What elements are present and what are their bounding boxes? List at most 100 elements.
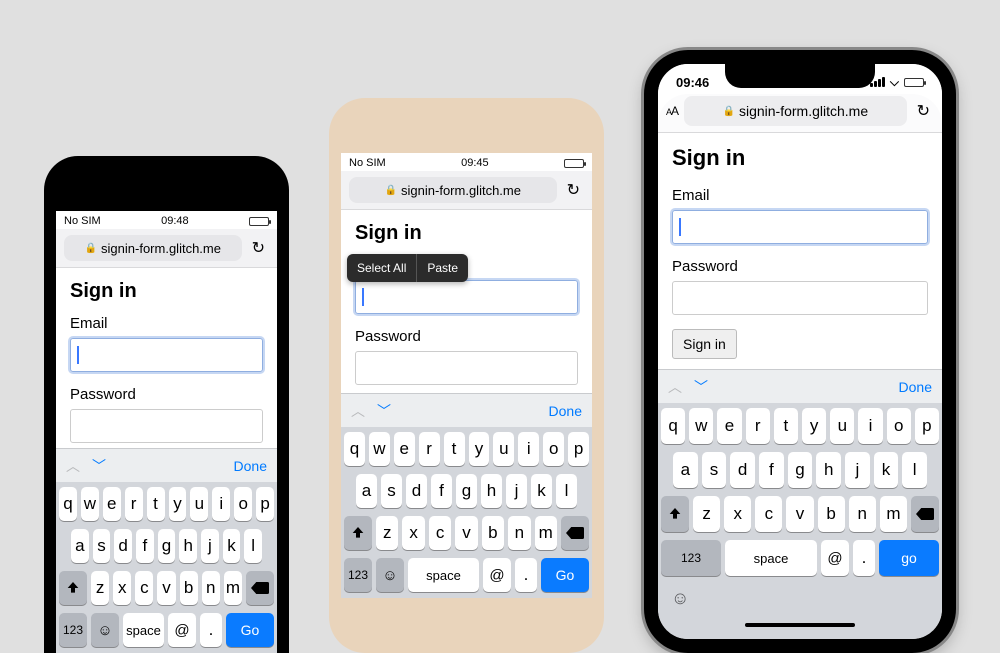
key-u[interactable]: u xyxy=(493,432,514,466)
space-key[interactable]: space xyxy=(123,613,164,647)
key-l[interactable]: l xyxy=(556,474,577,508)
password-field[interactable] xyxy=(70,409,263,443)
key-f[interactable]: f xyxy=(431,474,452,508)
key-r[interactable]: r xyxy=(746,408,770,444)
next-field-icon[interactable]: ﹀ xyxy=(377,401,391,421)
key-d[interactable]: d xyxy=(114,529,132,563)
key-d[interactable]: d xyxy=(406,474,427,508)
key-s[interactable]: s xyxy=(381,474,402,508)
key-o[interactable]: o xyxy=(543,432,564,466)
dot-key[interactable]: . xyxy=(200,613,222,647)
keyboard-done-button[interactable]: Done xyxy=(899,379,932,395)
key-r[interactable]: r xyxy=(125,487,143,521)
key-y[interactable]: y xyxy=(169,487,187,521)
key-b[interactable]: b xyxy=(180,571,198,605)
numbers-key[interactable]: 123 xyxy=(661,540,721,576)
key-x[interactable]: x xyxy=(724,496,751,532)
key-u[interactable]: u xyxy=(830,408,854,444)
key-t[interactable]: t xyxy=(147,487,165,521)
url-field[interactable]: 🔒 signin-form.glitch.me xyxy=(684,96,907,126)
url-field[interactable]: 🔒 signin-form.glitch.me xyxy=(349,177,557,203)
emoji-key[interactable]: ☺ xyxy=(376,558,404,592)
key-h[interactable]: h xyxy=(481,474,502,508)
key-q[interactable]: q xyxy=(661,408,685,444)
key-j[interactable]: j xyxy=(845,452,870,488)
key-i[interactable]: i xyxy=(858,408,882,444)
home-button[interactable] xyxy=(447,607,487,647)
key-e[interactable]: e xyxy=(717,408,741,444)
password-field[interactable] xyxy=(355,351,578,385)
key-a[interactable]: a xyxy=(71,529,89,563)
key-t[interactable]: t xyxy=(444,432,465,466)
at-key[interactable]: @ xyxy=(821,540,849,576)
signin-button[interactable]: Sign in xyxy=(672,329,737,359)
key-z[interactable]: z xyxy=(376,516,398,550)
key-p[interactable]: p xyxy=(568,432,589,466)
keyboard-done-button[interactable]: Done xyxy=(549,403,582,419)
key-z[interactable]: z xyxy=(91,571,109,605)
key-g[interactable]: g xyxy=(788,452,813,488)
key-i[interactable]: i xyxy=(212,487,230,521)
key-w[interactable]: w xyxy=(369,432,390,466)
numbers-key[interactable]: 123 xyxy=(344,558,372,592)
key-g[interactable]: g xyxy=(158,529,176,563)
context-paste[interactable]: Paste xyxy=(417,254,468,282)
next-field-icon[interactable]: ﹀ xyxy=(92,456,106,476)
key-a[interactable]: a xyxy=(673,452,698,488)
key-t[interactable]: t xyxy=(774,408,798,444)
space-key[interactable]: space xyxy=(725,540,817,576)
email-field[interactable] xyxy=(672,210,928,244)
key-j[interactable]: j xyxy=(506,474,527,508)
key-n[interactable]: n xyxy=(508,516,530,550)
refresh-icon[interactable]: ↻ xyxy=(248,238,269,258)
key-p[interactable]: p xyxy=(256,487,274,521)
key-w[interactable]: w xyxy=(689,408,713,444)
prev-field-icon[interactable]: ︿ xyxy=(66,456,80,476)
emoji-key[interactable]: ☺ xyxy=(671,588,689,609)
key-s[interactable]: s xyxy=(93,529,111,563)
key-a[interactable]: a xyxy=(356,474,377,508)
key-u[interactable]: u xyxy=(190,487,208,521)
key-n[interactable]: n xyxy=(202,571,220,605)
keyboard-done-button[interactable]: Done xyxy=(234,458,267,474)
key-w[interactable]: w xyxy=(81,487,99,521)
key-e[interactable]: e xyxy=(103,487,121,521)
key-s[interactable]: s xyxy=(702,452,727,488)
key-y[interactable]: y xyxy=(802,408,826,444)
key-g[interactable]: g xyxy=(456,474,477,508)
key-c[interactable]: c xyxy=(135,571,153,605)
key-v[interactable]: v xyxy=(157,571,175,605)
key-k[interactable]: k xyxy=(874,452,899,488)
shift-key[interactable] xyxy=(344,516,372,550)
context-select-all[interactable]: Select All xyxy=(347,254,416,282)
key-c[interactable]: c xyxy=(755,496,782,532)
key-f[interactable]: f xyxy=(759,452,784,488)
go-key[interactable]: go xyxy=(879,540,939,576)
key-o[interactable]: o xyxy=(887,408,911,444)
key-k[interactable]: k xyxy=(531,474,552,508)
backspace-key[interactable] xyxy=(246,571,274,605)
dot-key[interactable]: . xyxy=(515,558,537,592)
key-v[interactable]: v xyxy=(455,516,477,550)
key-x[interactable]: x xyxy=(113,571,131,605)
url-field[interactable]: 🔒 signin-form.glitch.me xyxy=(64,235,242,261)
key-p[interactable]: p xyxy=(915,408,939,444)
space-key[interactable]: space xyxy=(408,558,479,592)
dot-key[interactable]: . xyxy=(853,540,875,576)
go-key[interactable]: Go xyxy=(226,613,274,647)
key-h[interactable]: h xyxy=(179,529,197,563)
key-m[interactable]: m xyxy=(880,496,907,532)
key-d[interactable]: d xyxy=(730,452,755,488)
key-z[interactable]: z xyxy=(693,496,720,532)
shift-key[interactable] xyxy=(661,496,689,532)
key-k[interactable]: k xyxy=(223,529,241,563)
home-indicator[interactable] xyxy=(661,617,939,637)
key-r[interactable]: r xyxy=(419,432,440,466)
email-field[interactable] xyxy=(70,338,263,372)
refresh-icon[interactable]: ↻ xyxy=(563,180,584,200)
at-key[interactable]: @ xyxy=(168,613,196,647)
key-m[interactable]: m xyxy=(535,516,557,550)
key-c[interactable]: c xyxy=(429,516,451,550)
key-b[interactable]: b xyxy=(818,496,845,532)
key-m[interactable]: m xyxy=(224,571,242,605)
